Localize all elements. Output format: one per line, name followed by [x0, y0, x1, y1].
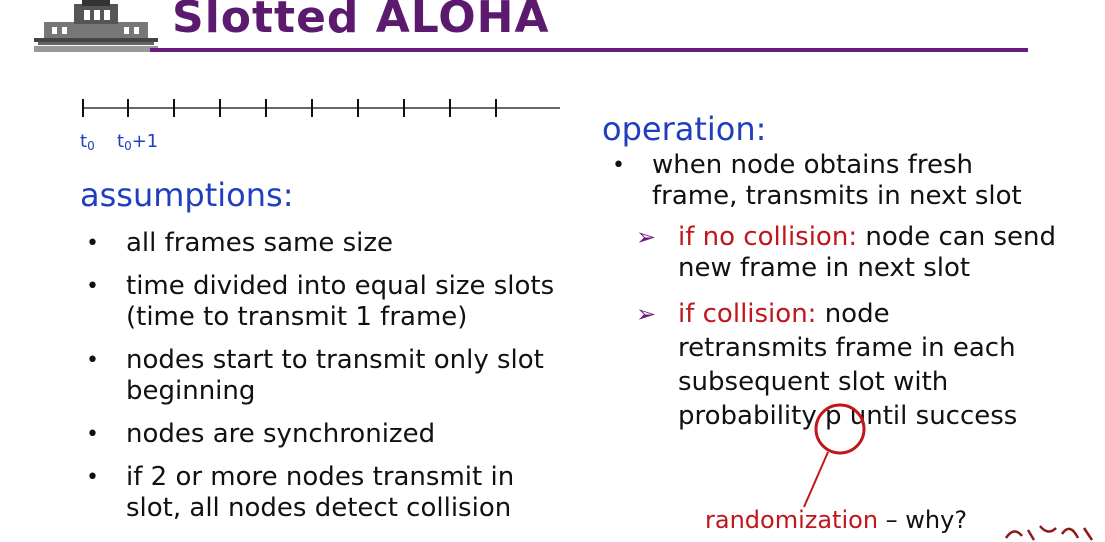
arrow-bullet-icon: ➢ — [636, 223, 657, 251]
operation-heading: operation: — [602, 110, 767, 148]
bullet-icon: • — [86, 422, 99, 447]
assumption-item: • if 2 or more nodes transmit in slot, a… — [86, 462, 515, 523]
bullet-icon: • — [86, 231, 99, 256]
slot-timeline — [82, 99, 560, 117]
assumption-item: • all frames same size — [86, 228, 394, 258]
operation-item: • when node obtains fresh frame, transmi… — [612, 150, 1022, 211]
slide-title: Slotted ALOHA — [172, 0, 550, 43]
bullet-icon: • — [86, 348, 99, 373]
randomization-annotation: randomization – why? — [705, 506, 968, 534]
probability-highlight-circle — [803, 403, 866, 508]
assumption-item: • time divided into equal size slots (ti… — [86, 271, 555, 332]
timeline-label-t0-plus-1: t0+1 — [117, 131, 159, 153]
university-building-logo — [34, 0, 158, 52]
assumption-item: • nodes start to transmit only slot begi… — [86, 345, 544, 406]
assumptions-list: • all frames same size • time divided in… — [86, 228, 555, 524]
bullet-icon: • — [612, 153, 625, 178]
arrow-bullet-icon: ➢ — [636, 300, 657, 328]
operation-subitem-no-collision: ➢ if no collision: node can send new fra… — [636, 222, 1057, 283]
timeline-label-t0: t0 — [80, 131, 95, 153]
title-underline — [150, 48, 1028, 52]
assumption-item: • nodes are synchronized — [86, 419, 436, 449]
calligraphy-logo — [1004, 525, 1094, 541]
assumptions-heading: assumptions: — [80, 176, 294, 214]
bullet-icon: • — [86, 465, 99, 490]
bullet-icon: • — [86, 274, 99, 299]
